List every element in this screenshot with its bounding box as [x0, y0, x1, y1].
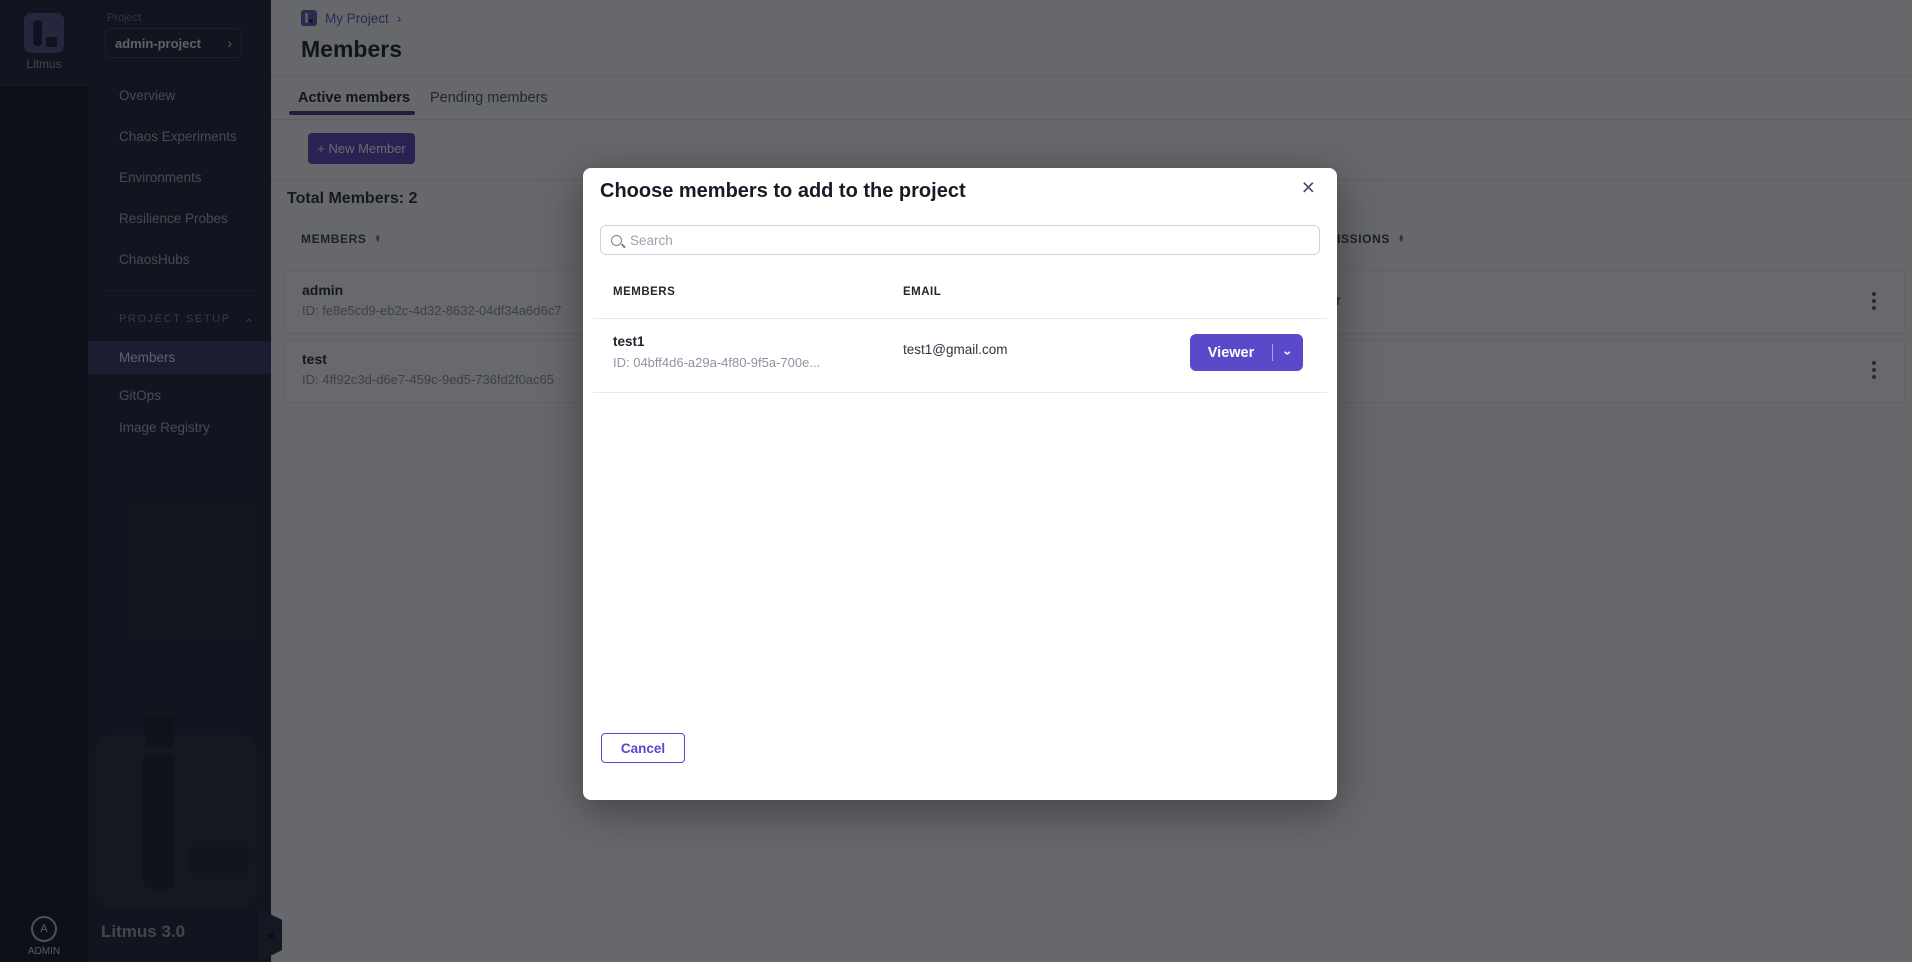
role-select-button[interactable]: Viewer › — [1190, 334, 1303, 371]
modal-row-divider — [593, 318, 1327, 319]
cancel-button[interactable]: Cancel — [601, 733, 685, 763]
search-box — [600, 225, 1320, 255]
candidate-name: test1 — [613, 334, 645, 349]
modal-title: Choose members to add to the project — [600, 180, 966, 203]
close-icon[interactable]: × — [1302, 176, 1315, 199]
add-members-modal: Choose members to add to the project × M… — [583, 168, 1337, 800]
candidate-id: ID: 04bff4d6-a29a-4f80-9f5a-700e... — [613, 355, 820, 370]
search-input[interactable] — [622, 233, 1319, 248]
chevron-down-icon[interactable]: › — [1273, 345, 1303, 361]
candidate-email: test1@gmail.com — [903, 342, 1008, 357]
modal-column-members: MEMBERS — [613, 286, 675, 298]
search-icon — [611, 235, 622, 246]
modal-row-divider — [593, 392, 1327, 393]
role-select-label: Viewer — [1190, 345, 1272, 361]
modal-column-email: EMAIL — [903, 286, 941, 298]
app-root: Litmus A ADMIN Project admin-project › O… — [0, 0, 1912, 962]
